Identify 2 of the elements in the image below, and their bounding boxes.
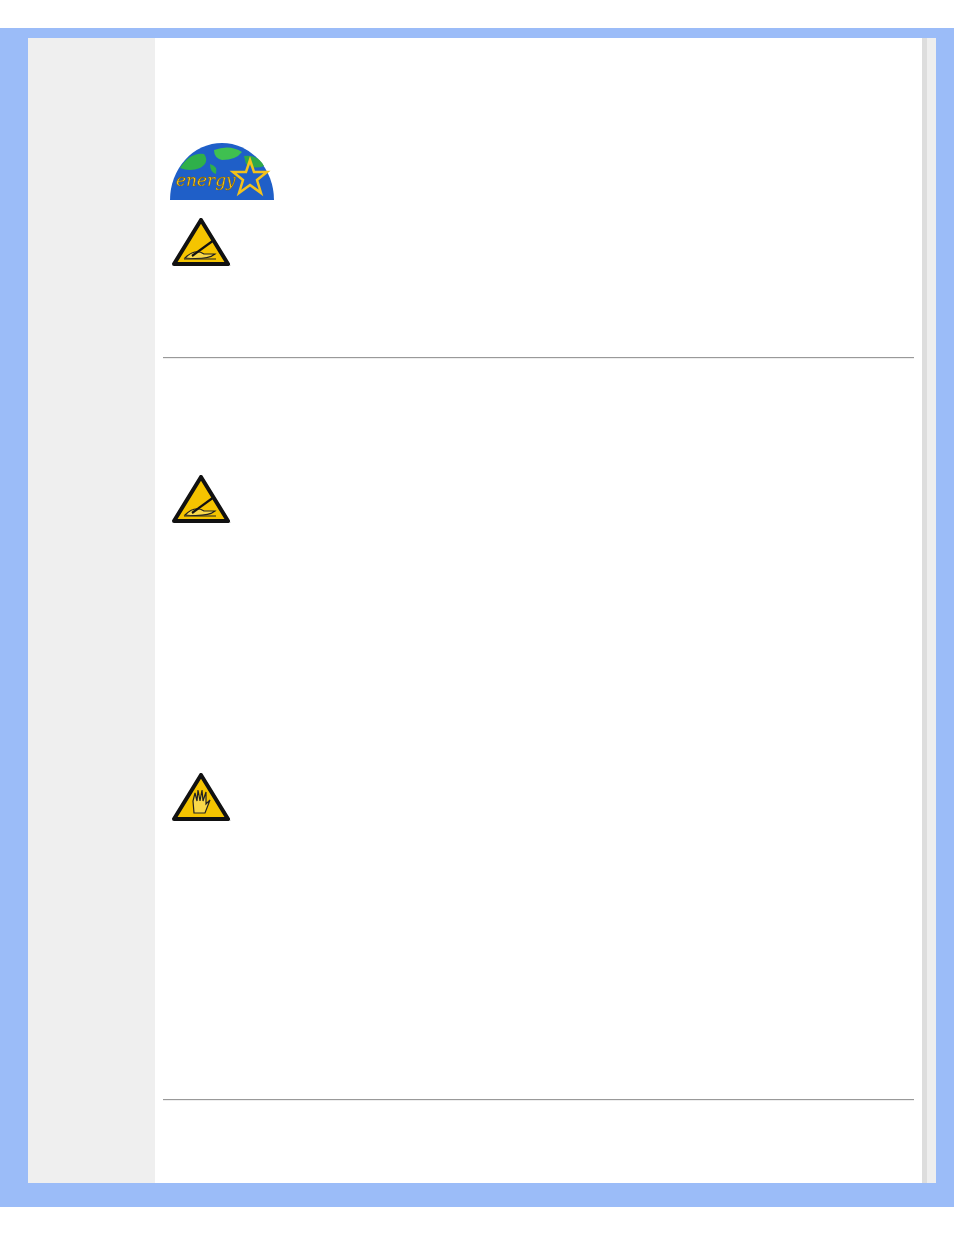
logo-text: energy [176,170,236,190]
scrollbar[interactable] [922,38,936,1183]
